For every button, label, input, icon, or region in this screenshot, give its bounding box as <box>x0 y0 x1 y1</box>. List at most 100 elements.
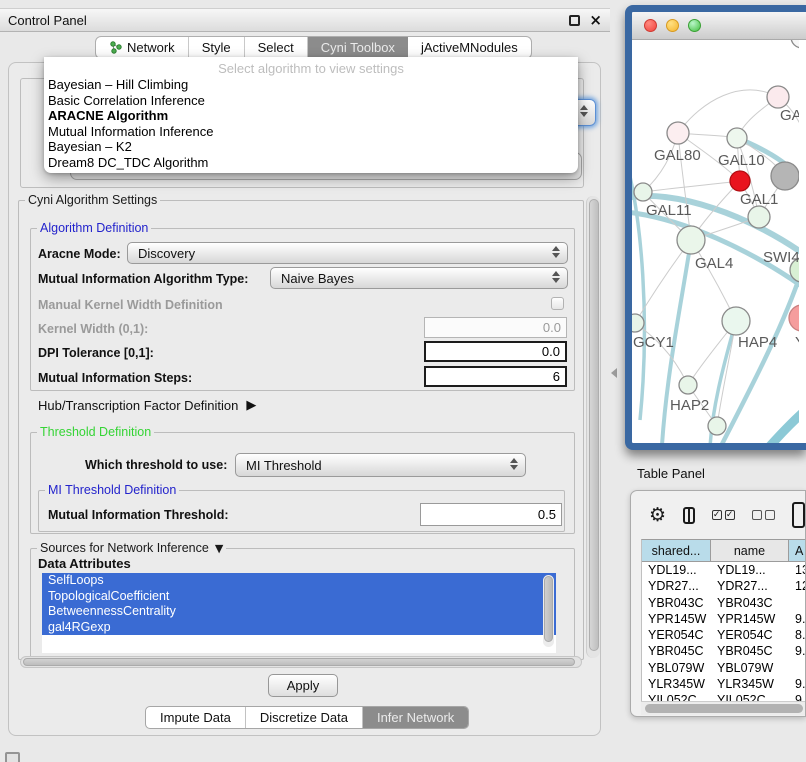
table-hscrollbar[interactable] <box>641 701 805 715</box>
dpi-tolerance-label: DPI Tolerance [0,1]: <box>38 346 154 360</box>
cell: YDR27... <box>711 578 789 594</box>
network-node-hap2[interactable] <box>679 376 697 394</box>
table-row[interactable]: YDL19... YDL19... 13 <box>642 562 805 578</box>
aracne-mode-combo[interactable]: Discovery <box>127 242 568 264</box>
table-row[interactable]: YIL052C YIL052C 9 <box>642 692 805 701</box>
network-canvas[interactable]: GAL GAL80 GAL10 GAL1 GAL11 SWI4 GAL4 GCY… <box>632 40 799 443</box>
dropdown-item-basic-correlation[interactable]: Basic Correlation Inference <box>44 93 578 109</box>
cell: YLR345W <box>642 676 711 692</box>
tab-select-label: Select <box>258 40 294 55</box>
network-node-gal10[interactable] <box>727 128 747 148</box>
settings-hscrollbar[interactable] <box>20 656 582 668</box>
cell: YBR045C <box>642 643 711 659</box>
deselect-all-icon[interactable] <box>752 510 775 520</box>
tab-style[interactable]: Style <box>189 37 245 58</box>
dropdown-item-aracne[interactable]: ARACNE Algorithm <box>44 108 578 124</box>
node-table: shared... name A YDL19... YDL19... 13 YD… <box>641 539 805 701</box>
mi-steps-input[interactable] <box>424 366 567 387</box>
thick-teal-edge <box>762 400 799 443</box>
tab-infer-network-label: Infer Network <box>377 710 454 725</box>
apply-button[interactable]: Apply <box>268 674 338 697</box>
combo-down-arrow <box>580 112 588 117</box>
table-row[interactable]: YPR145W YPR145W 9. <box>642 611 805 627</box>
close-traffic-light[interactable] <box>644 19 657 32</box>
list-item-gal4rgexp[interactable]: gal4RGexp <box>42 620 556 636</box>
dropdown-item-mutual-information[interactable]: Mutual Information Inference <box>44 124 578 140</box>
cell: 9. <box>789 676 805 692</box>
network-node-hap4[interactable] <box>722 307 750 335</box>
network-node-gal1[interactable] <box>748 206 770 228</box>
manual-kernel-checkbox[interactable] <box>551 297 564 310</box>
attributes-scrollbar[interactable] <box>543 575 554 647</box>
column-header-a[interactable]: A <box>789 540 805 561</box>
mi-type-combo[interactable]: Naive Bayes <box>270 267 568 289</box>
sources-legend-wrap[interactable]: Sources for Network Inference ▼ <box>37 541 226 555</box>
table-row[interactable]: YER054C YER054C 8. <box>642 627 805 643</box>
network-node-top-right[interactable] <box>791 40 799 48</box>
select-all-icon[interactable]: ✓✓ <box>712 510 735 520</box>
node-label-gal: GAL <box>780 107 799 124</box>
gear-icon[interactable]: ⚙ <box>649 504 666 526</box>
dropdown-item-dream8[interactable]: Dream8 DC_TDC Algorithm <box>44 155 578 171</box>
kernel-width-input[interactable] <box>424 317 567 338</box>
node-label-hap2: HAP2 <box>670 397 709 414</box>
network-node-gal-partial[interactable] <box>767 86 789 108</box>
close-icon[interactable]: × <box>589 15 602 26</box>
list-item-selfloops[interactable]: SelfLoops <box>42 573 556 589</box>
zoom-traffic-light[interactable] <box>688 19 701 32</box>
column-header-name[interactable]: name <box>711 540 789 561</box>
table-row[interactable]: YLR345W YLR345W 9. <box>642 676 805 692</box>
dropdown-item-bayesian-hill-climbing[interactable]: Bayesian – Hill Climbing <box>44 77 578 93</box>
settings-vscrollbar[interactable] <box>586 196 600 658</box>
column-header-shared-name[interactable]: shared... <box>642 540 711 561</box>
control-panel-title: Control Panel <box>8 13 87 28</box>
tab-impute-data[interactable]: Impute Data <box>146 707 246 728</box>
network-node-bottom[interactable] <box>708 417 726 435</box>
tab-impute-data-label: Impute Data <box>160 710 231 725</box>
app-root: Control Panel × Network Style Select Cyn… <box>0 0 806 762</box>
tab-jactivemnodules[interactable]: jActiveMNodules <box>408 37 531 58</box>
data-attributes-label: Data Attributes <box>38 556 131 571</box>
node-label-gal11: GAL11 <box>646 202 692 219</box>
table-row[interactable]: YDR27... YDR27... 12 <box>642 578 805 594</box>
minimize-traffic-light[interactable] <box>666 19 679 32</box>
tab-infer-network[interactable]: Infer Network <box>363 707 468 728</box>
dropdown-item-bayesian-k2[interactable]: Bayesian – K2 <box>44 139 578 155</box>
tab-discretize-data[interactable]: Discretize Data <box>246 707 363 728</box>
table-row[interactable]: YBL079W YBL079W <box>642 660 805 676</box>
export-table-icon[interactable] <box>792 502 805 528</box>
network-node-gal4[interactable] <box>677 226 705 254</box>
network-node-gcy1[interactable] <box>632 314 644 332</box>
dpi-tolerance-input[interactable] <box>424 341 567 362</box>
tab-network[interactable]: Network <box>96 37 189 58</box>
tab-cyni-toolbox[interactable]: Cyni Toolbox <box>308 37 408 58</box>
threshold-definition-legend: Threshold Definition <box>37 425 154 439</box>
hub-definition-expander[interactable]: Hub/Transcription Factor Definition ▶ <box>38 398 256 413</box>
cell: YER054C <box>642 627 711 643</box>
network-node-gray[interactable] <box>771 162 799 190</box>
table-panel-title: Table Panel <box>637 466 705 481</box>
splitpane-collapse-arrow[interactable] <box>611 368 617 378</box>
which-threshold-value: MI Threshold <box>246 458 322 473</box>
dock-icon-fragment[interactable] <box>5 752 20 762</box>
table-row[interactable]: YBR045C YBR045C 9. <box>642 643 805 659</box>
which-threshold-combo[interactable]: MI Threshold <box>235 453 526 477</box>
network-node-gal11[interactable] <box>634 183 652 201</box>
network-node-salmon[interactable] <box>789 305 799 331</box>
list-item-betweennesscentrality[interactable]: BetweennessCentrality <box>42 604 556 620</box>
table-row[interactable]: YBR043C YBR043C <box>642 595 805 611</box>
float-window-icon[interactable] <box>569 15 580 26</box>
mi-threshold-input[interactable] <box>420 503 562 526</box>
list-item-topologicalcoefficient[interactable]: TopologicalCoefficient <box>42 589 556 605</box>
tab-network-label: Network <box>127 40 175 55</box>
mi-threshold-legend: MI Threshold Definition <box>45 483 179 497</box>
cell: YLR345W <box>711 676 789 692</box>
cell: YPR145W <box>642 611 711 627</box>
network-node-gal80[interactable] <box>667 122 689 144</box>
tab-discretize-data-label: Discretize Data <box>260 710 348 725</box>
node-label-y: Y <box>795 334 799 351</box>
tab-select[interactable]: Select <box>245 37 308 58</box>
network-node-red-selected[interactable] <box>730 171 750 191</box>
network-window-titlebar[interactable] <box>632 12 806 40</box>
split-columns-icon[interactable] <box>683 507 695 524</box>
